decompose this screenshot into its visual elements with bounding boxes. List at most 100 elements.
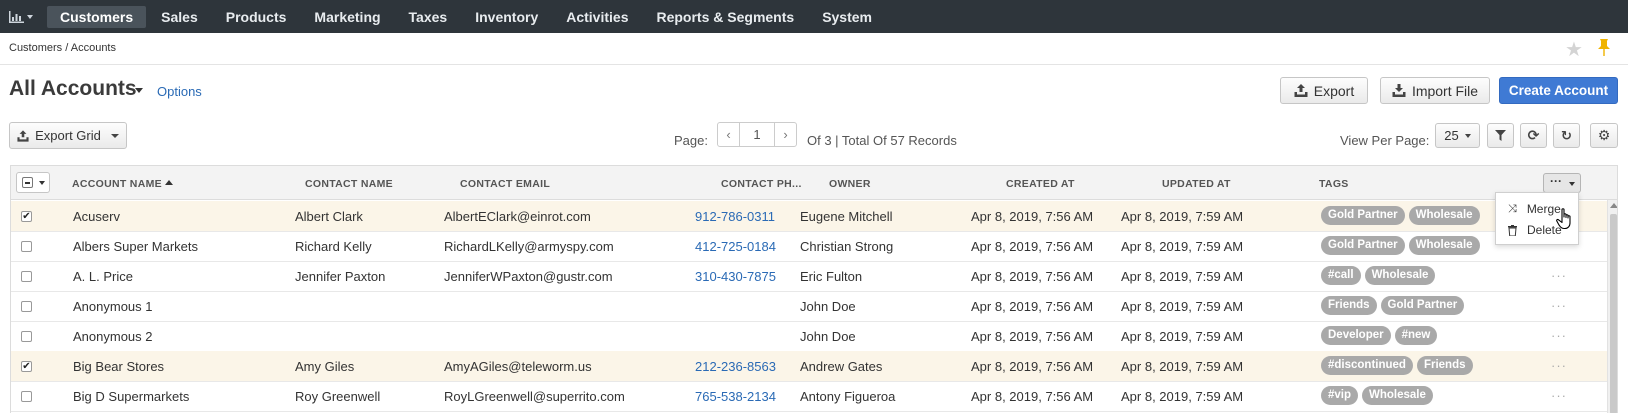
tag-badge[interactable]: Friends [1416, 356, 1473, 375]
cell-updated-at: Apr 8, 2019, 7:59 AM [1121, 239, 1244, 254]
filter-button[interactable] [1487, 123, 1514, 148]
title-chevron-down-icon[interactable] [135, 88, 143, 93]
tag-badge[interactable]: Developer [1321, 326, 1391, 345]
tag-badge[interactable]: #new [1394, 326, 1438, 345]
select-all-checkbox[interactable] [22, 177, 33, 188]
nav-item-sales[interactable]: Sales [148, 6, 211, 28]
export-grid-button[interactable]: Export Grid [9, 122, 127, 149]
chevron-right-icon: › [783, 127, 788, 142]
cell-contact-phone[interactable]: 212-236-8563 [695, 359, 776, 374]
tag-badge[interactable]: Wholesale [1408, 206, 1480, 225]
row-actions-menu-button[interactable]: ··· [1543, 173, 1581, 193]
row-checkbox[interactable] [21, 241, 32, 252]
tag-badge[interactable]: Wholesale [1362, 386, 1433, 405]
sync-button[interactable]: ↻ [1553, 123, 1580, 148]
chevron-left-icon: ‹ [726, 127, 731, 142]
gear-icon: ⚙ [1597, 127, 1611, 143]
tag-badge[interactable]: Gold Partner [1321, 206, 1405, 225]
table-row[interactable]: ✔ Acuserv Albert Clark AlbertEClark@einrot.… [11, 201, 1607, 232]
cell-contact-phone[interactable]: 310-430-7875 [695, 269, 776, 284]
settings-button[interactable]: ⚙ [1590, 123, 1618, 148]
cell-created-at: Apr 8, 2019, 7:56 AM [971, 269, 1094, 284]
menu-item-delete[interactable]: Delete [1508, 223, 1562, 237]
tag-list: Friends Gold Partner [1321, 296, 1468, 315]
tag-list: #call Wholesale [1321, 266, 1439, 285]
tag-badge[interactable]: #vip [1321, 386, 1359, 405]
cell-account-name: Acuserv [73, 209, 120, 224]
table-row[interactable]: Anonymous 1 John Doe Apr 8, 2019, 7:56 AM A… [11, 291, 1607, 322]
nav-item-taxes[interactable]: Taxes [396, 6, 461, 28]
tag-badge[interactable]: Wholesale [1364, 266, 1436, 285]
tag-badge[interactable]: Gold Partner [1321, 236, 1405, 255]
header-tags[interactable]: TAGS [1319, 178, 1349, 190]
create-account-button[interactable]: Create Account [1499, 77, 1618, 104]
header-updated-at[interactable]: UPDATED AT [1162, 178, 1231, 190]
sort-asc-icon [165, 180, 173, 185]
nav-item-system[interactable]: System [809, 6, 885, 28]
chevron-down-icon [39, 181, 45, 185]
cell-owner: Antony Figueroa [800, 389, 896, 404]
tag-badge[interactable]: Gold Partner [1380, 296, 1465, 315]
row-more-icon[interactable]: ··· [1551, 328, 1567, 343]
row-checkbox[interactable] [21, 301, 32, 312]
import-file-button[interactable]: Import File [1380, 77, 1490, 104]
star-icon[interactable]: ★ [1565, 37, 1583, 62]
prev-page-button[interactable]: ‹ [717, 122, 740, 147]
row-checkbox[interactable] [21, 271, 32, 282]
options-link[interactable]: Options [157, 84, 202, 99]
row-more-icon[interactable]: ··· [1551, 298, 1567, 313]
tag-badge[interactable]: Friends [1321, 296, 1377, 315]
tag-list: Gold Partner Wholesale [1321, 206, 1484, 225]
row-checkbox[interactable] [21, 331, 32, 342]
cell-owner: John Doe [800, 299, 856, 314]
scrollbar-thumb[interactable] [1610, 214, 1617, 413]
cell-contact-phone[interactable]: 412-725-0184 [695, 239, 776, 254]
table-row[interactable]: Albers Super Markets Richard Kelly Richard… [11, 231, 1607, 262]
refresh-button[interactable]: ⟳ [1520, 123, 1547, 148]
header-contact-phone[interactable]: CONTACT PH... [721, 178, 802, 190]
row-checkbox[interactable]: ✔ [21, 211, 32, 222]
tag-badge[interactable]: #discontinued [1321, 356, 1413, 375]
header-contact-name[interactable]: CONTACT NAME [305, 178, 393, 190]
breadcrumb[interactable]: Customers / Accounts [9, 42, 116, 54]
page-number-input[interactable]: 1 [739, 122, 775, 147]
dashboard-menu-button[interactable] [0, 0, 42, 33]
row-more-icon[interactable]: ··· [1551, 358, 1567, 373]
per-page-select[interactable]: 25 [1435, 123, 1480, 148]
nav-item-marketing[interactable]: Marketing [301, 6, 393, 28]
row-more-icon[interactable]: ··· [1551, 268, 1567, 283]
page-title[interactable]: All Accounts [9, 77, 137, 101]
upload-icon [1294, 84, 1308, 97]
table-row[interactable]: Big D Supermarkets Roy Greenwell RoyLGreen… [11, 381, 1607, 412]
table-row[interactable]: Anonymous 2 John Doe Apr 8, 2019, 7:56 AM A… [11, 321, 1607, 352]
tag-badge[interactable]: #call [1321, 266, 1361, 285]
nav-item-reports-segments[interactable]: Reports & Segments [643, 6, 807, 28]
cell-contact-name: Amy Giles [295, 359, 355, 374]
header-account-name[interactable]: ACCOUNT NAME [72, 178, 162, 190]
nav-item-activities[interactable]: Activities [553, 6, 641, 28]
nav-item-customers[interactable]: Customers [47, 5, 147, 28]
pin-icon[interactable] [1597, 38, 1611, 56]
row-checkbox[interactable]: ✔ [21, 361, 32, 372]
tag-badge[interactable]: Wholesale [1408, 236, 1480, 255]
cell-owner: John Doe [800, 329, 856, 344]
cell-account-name: Big Bear Stores [73, 359, 165, 374]
menu-item-merge[interactable]: ⤨ Merge [1508, 202, 1561, 216]
cell-contact-phone[interactable]: 912-786-0311 [695, 209, 775, 224]
vertical-scrollbar[interactable] [1607, 200, 1617, 413]
next-page-button[interactable]: › [774, 122, 797, 147]
table-row[interactable]: ✔ Big Bear Stores Amy Giles AmyAGiles@telew… [11, 351, 1607, 382]
row-more-icon[interactable]: ··· [1551, 388, 1567, 403]
table-row[interactable]: A. L. Price Jennifer Paxton JenniferWPaxto… [11, 261, 1607, 292]
cell-contact-phone[interactable]: 765-538-2134 [695, 389, 776, 404]
row-checkbox[interactable] [21, 391, 32, 402]
header-contact-email[interactable]: CONTACT EMAIL [460, 178, 550, 190]
scroll-up-icon[interactable] [1610, 203, 1617, 208]
trash-icon [1508, 224, 1517, 236]
nav-item-inventory[interactable]: Inventory [462, 6, 551, 28]
header-created-at[interactable]: CREATED AT [1006, 178, 1075, 190]
header-owner[interactable]: OWNER [829, 178, 871, 190]
export-button[interactable]: Export [1280, 77, 1368, 104]
nav-item-products[interactable]: Products [213, 6, 300, 28]
select-all-dropdown[interactable] [16, 172, 50, 193]
